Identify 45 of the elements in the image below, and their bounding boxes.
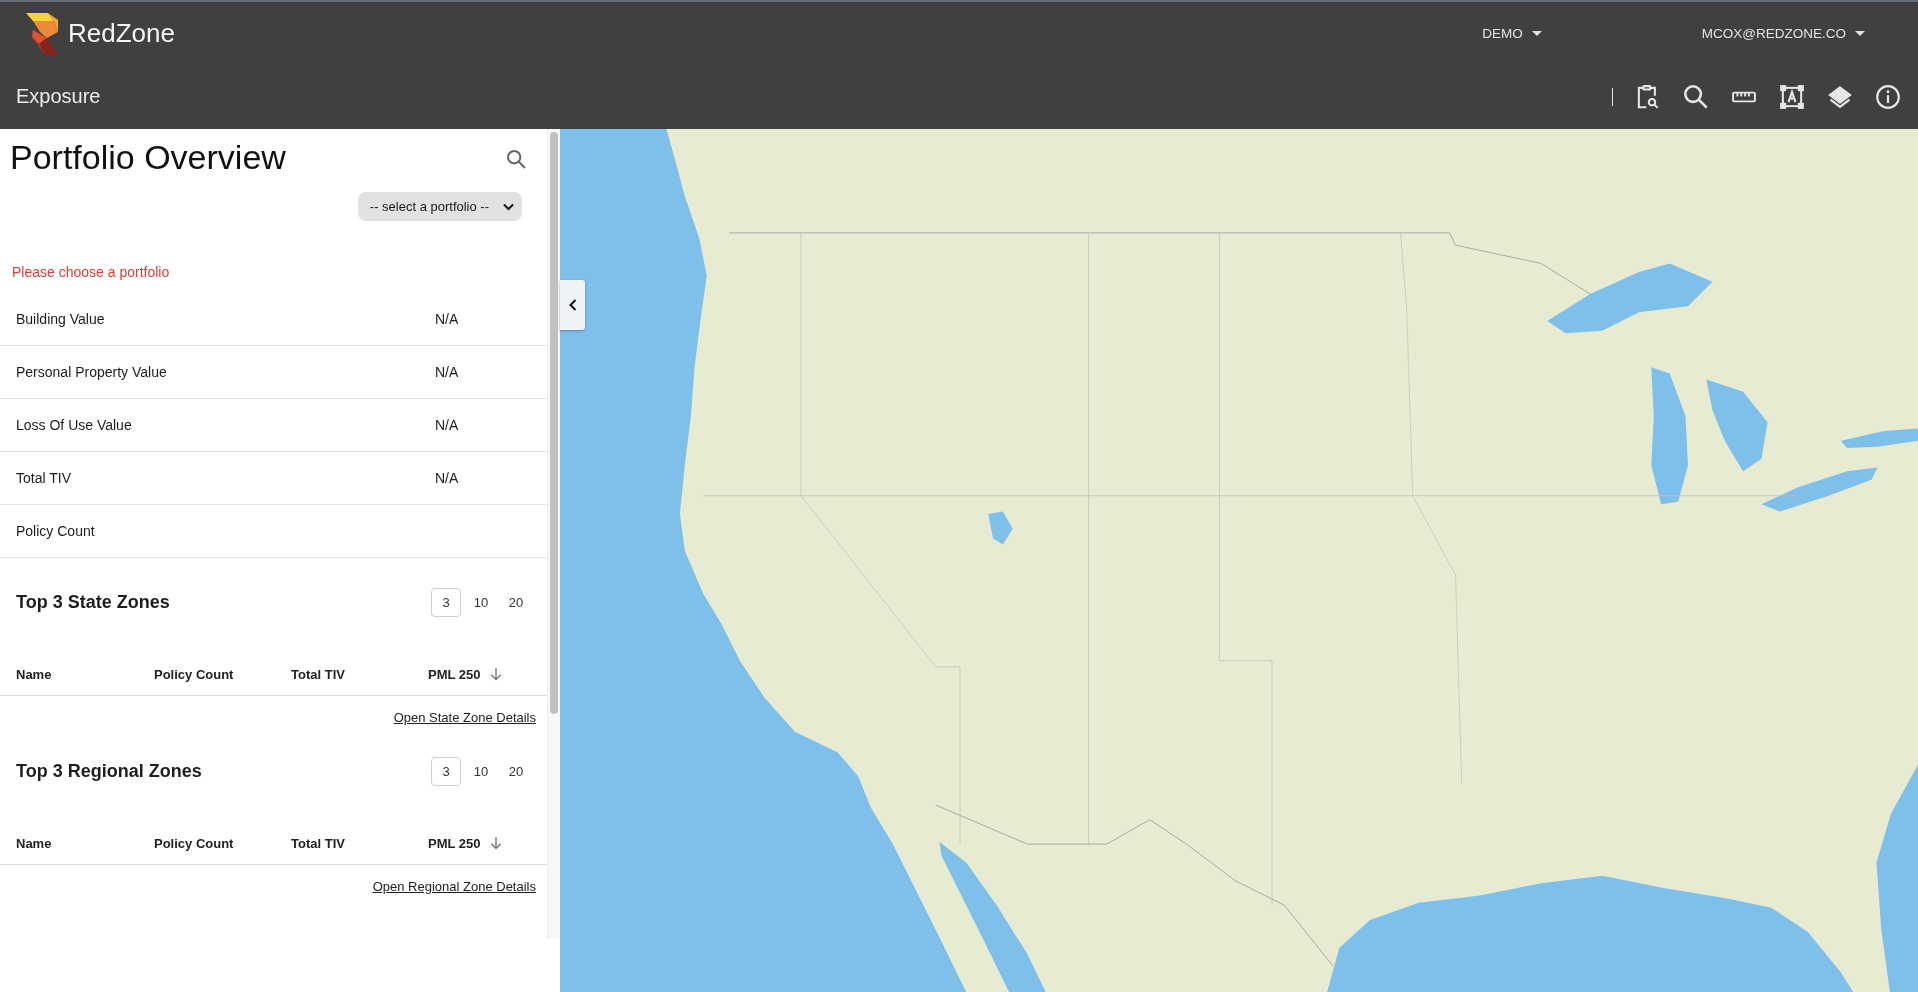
column-header[interactable]: PML 250 (428, 666, 502, 682)
summary-label: Policy Count (16, 523, 96, 539)
layers-icon (1828, 84, 1852, 109)
caret-down-icon (1531, 30, 1542, 36)
scrollbar-thumb[interactable] (550, 132, 558, 714)
column-header[interactable]: Total TIV (291, 835, 345, 851)
page-size-option[interactable]: 3 (431, 588, 461, 617)
summary-label: Building Value (16, 311, 106, 327)
error-message: Please choose a portfolio (11, 263, 171, 282)
section-title: Top 3 State Zones (16, 592, 170, 613)
page-size-option[interactable]: 3 (431, 757, 461, 786)
panel-title: Portfolio Overview (9, 137, 286, 177)
search-icon (507, 150, 526, 169)
search-icon (1684, 84, 1708, 109)
column-header[interactable]: Policy Count (154, 666, 234, 682)
chevron-left-icon (568, 299, 577, 311)
summary-value: N/A (435, 311, 460, 327)
text-box-icon (1780, 84, 1804, 109)
logo-icon (26, 13, 58, 55)
column-header[interactable]: Name (16, 835, 52, 851)
brand-name: RedZone (68, 17, 175, 49)
chevron-down-icon (503, 202, 514, 211)
section-title: Top 3 Regional Zones (16, 761, 202, 782)
page-title: Exposure (16, 85, 101, 108)
summary-value: N/A (435, 364, 460, 380)
column-header[interactable]: Total TIV (291, 666, 345, 682)
arrow-down-icon (489, 667, 502, 681)
menu-dropdown[interactable]: MCOX@REDZONE.CO (1701, 25, 1865, 41)
menu-dropdown[interactable]: DEMO (1482, 25, 1542, 41)
arrow-down-icon (489, 836, 502, 850)
summary-label: Personal Property Value (16, 364, 168, 380)
portfolio-select[interactable]: -- select a portfolio -- (357, 192, 522, 221)
summary-value: N/A (435, 417, 460, 433)
caret-down-icon (1855, 30, 1865, 36)
column-header[interactable]: Policy Count (154, 835, 234, 851)
info-icon (1876, 84, 1900, 109)
details-link[interactable]: Open State Zone Details (393, 710, 536, 725)
summary-label: Loss Of Use Value (16, 417, 133, 433)
details-link[interactable]: Open Regional Zone Details (372, 879, 536, 894)
column-header[interactable]: Name (16, 666, 52, 682)
summary-value: N/A (435, 470, 460, 486)
clipboard-search-icon (1636, 84, 1660, 109)
summary-label: Total TIV (16, 470, 72, 486)
collapse-panel-button[interactable] (560, 280, 585, 330)
column-header[interactable]: PML 250 (428, 835, 502, 851)
